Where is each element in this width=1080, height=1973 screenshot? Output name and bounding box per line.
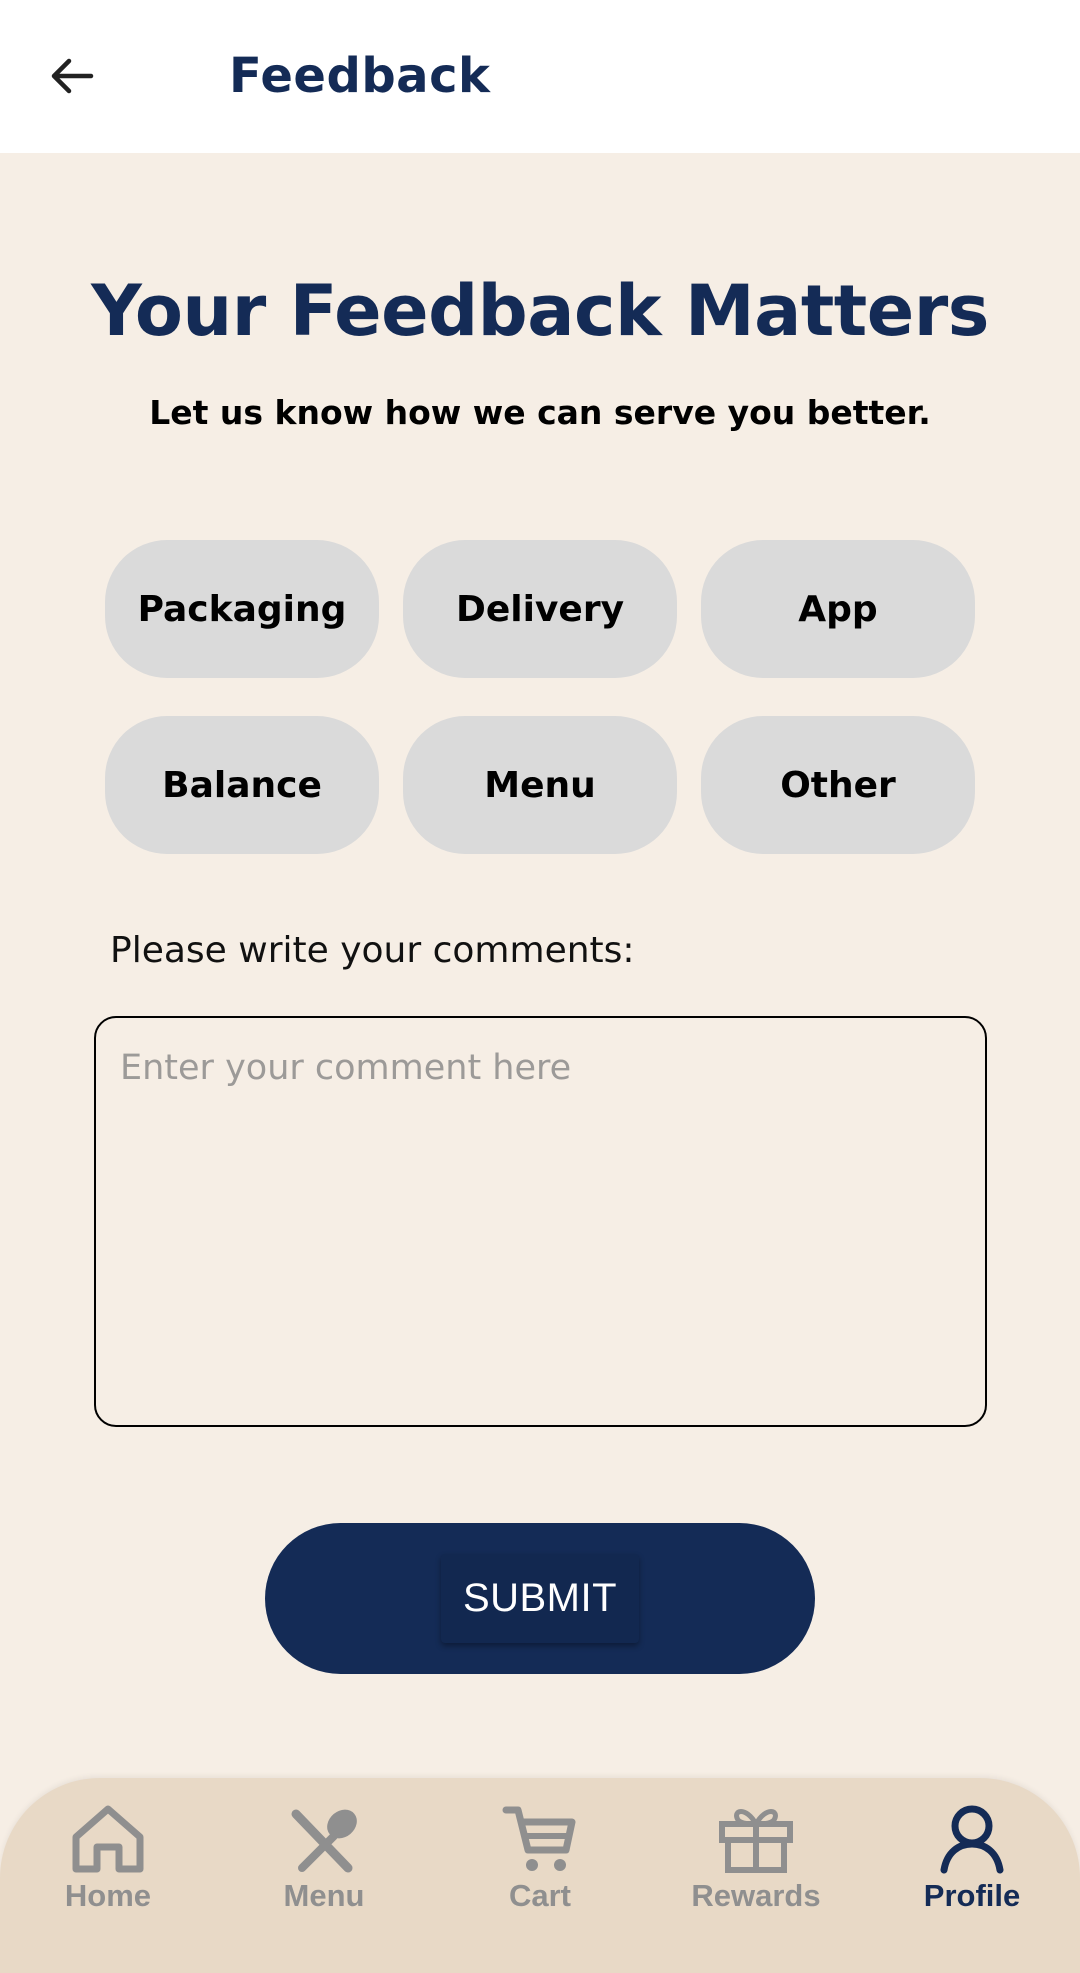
utensils-icon — [284, 1798, 364, 1878]
nav-label-menu: Menu — [283, 1878, 365, 1913]
submit-label: SUBMIT — [440, 1554, 640, 1643]
category-chip-app[interactable]: App — [701, 540, 975, 678]
category-chip-menu[interactable]: Menu — [403, 716, 677, 854]
arrow-left-icon — [51, 58, 94, 94]
feedback-screen: Feedback Your Feedback Matters Let us kn… — [0, 0, 1080, 1973]
submit-button[interactable]: SUBMIT — [265, 1523, 815, 1674]
category-chip-balance[interactable]: Balance — [105, 716, 379, 854]
nav-label-cart: Cart — [508, 1878, 571, 1913]
nav-item-profile[interactable]: Profile — [864, 1798, 1080, 1958]
hero-title: Your Feedback Matters — [91, 270, 989, 352]
back-button[interactable] — [40, 45, 102, 107]
gift-icon — [716, 1798, 796, 1878]
nav-item-home[interactable]: Home — [0, 1798, 216, 1958]
profile-icon — [932, 1798, 1012, 1878]
category-chip-other[interactable]: Other — [701, 716, 975, 854]
cart-icon — [500, 1798, 580, 1878]
nav-item-menu[interactable]: Menu — [216, 1798, 432, 1958]
nav-item-rewards[interactable]: Rewards — [648, 1798, 864, 1958]
nav-label-profile: Profile — [923, 1878, 1021, 1913]
nav-label-rewards: Rewards — [691, 1878, 821, 1913]
bottom-nav: Home Menu Cart Rewards Profile — [0, 1778, 1080, 1973]
nav-label-home: Home — [64, 1878, 152, 1913]
category-chip-delivery[interactable]: Delivery — [403, 540, 677, 678]
home-icon — [68, 1798, 148, 1878]
page-title: Feedback — [229, 48, 491, 104]
app-header: Feedback — [0, 0, 1080, 153]
feedback-categories: Packaging Delivery App Balance Menu Othe… — [105, 540, 975, 854]
hero-subtitle: Let us know how we can serve you better. — [149, 393, 931, 432]
category-chip-packaging[interactable]: Packaging — [105, 540, 379, 678]
comment-input[interactable] — [94, 1016, 987, 1427]
nav-item-cart[interactable]: Cart — [432, 1798, 648, 1958]
comments-label: Please write your comments: — [110, 930, 635, 971]
